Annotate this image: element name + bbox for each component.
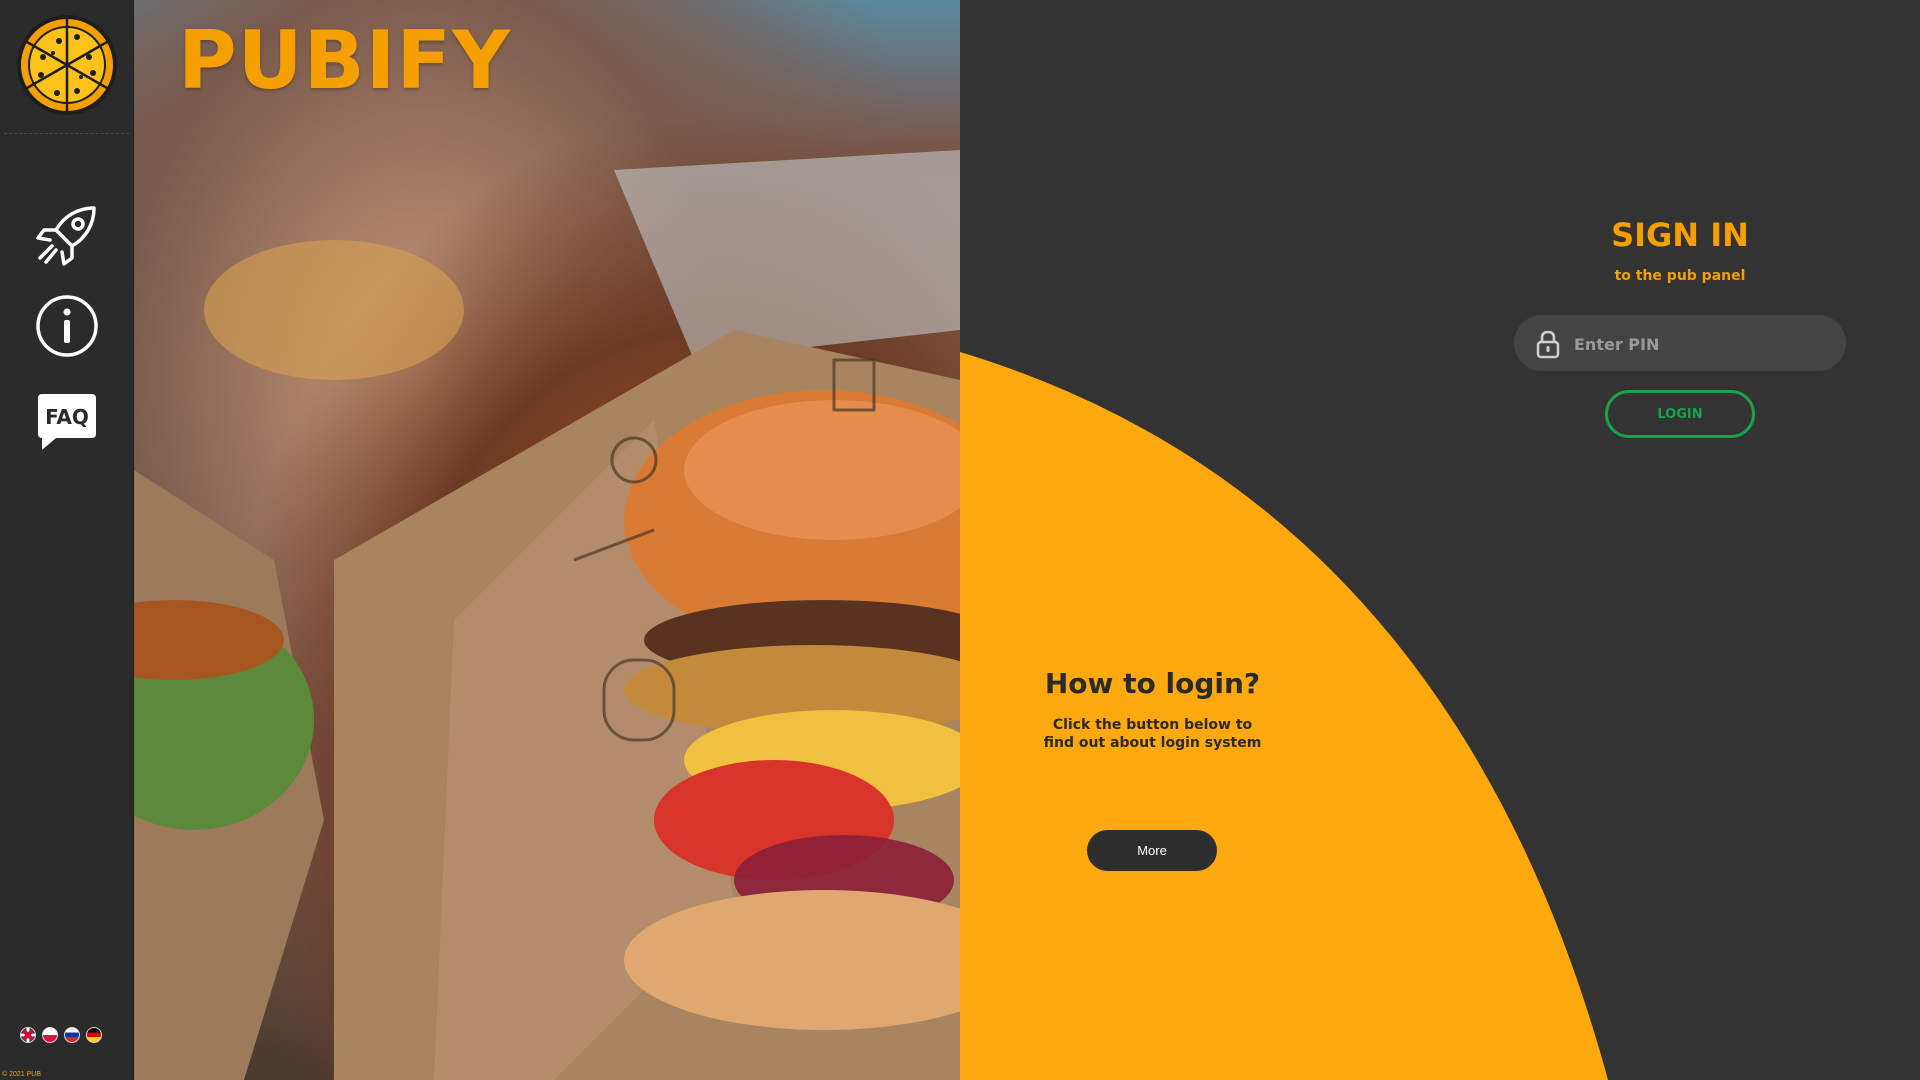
help-text: Click the button below to find out about… (1043, 717, 1262, 751)
sidebar: FAQ © 2021 PUB (0, 0, 134, 1080)
signin-title: SIGN IN (1611, 216, 1749, 254)
brand-logo-text: PUBIFY (178, 14, 511, 107)
faq-icon[interactable]: FAQ (34, 390, 100, 456)
orange-arc-decoration (960, 352, 1608, 1080)
pin-input[interactable] (1572, 315, 1836, 373)
flag-ru-icon[interactable] (64, 1027, 80, 1043)
pizza-icon[interactable] (15, 13, 119, 117)
language-switcher (20, 1027, 102, 1043)
help-title: How to login? (1044, 667, 1261, 700)
pin-field[interactable] (1514, 315, 1846, 373)
lock-icon (1536, 330, 1560, 359)
info-icon[interactable] (34, 293, 100, 359)
rocket-icon[interactable] (34, 202, 100, 268)
copyright-text: © 2021 PUB (2, 1071, 42, 1078)
flag-pl-icon[interactable] (42, 1027, 58, 1043)
faq-label: FAQ (45, 405, 89, 429)
sidebar-divider (4, 133, 129, 134)
more-button[interactable]: More (1087, 830, 1217, 871)
burger-illustration (134, 150, 960, 1080)
flag-de-icon[interactable] (86, 1027, 102, 1043)
hero-photo (134, 0, 960, 1080)
help-panel: How to login? Click the button below to … (1040, 668, 1265, 752)
signin-subtitle: to the pub panel (1614, 268, 1746, 284)
flag-en-icon[interactable] (20, 1027, 36, 1043)
login-button[interactable]: LOGIN (1605, 390, 1755, 438)
